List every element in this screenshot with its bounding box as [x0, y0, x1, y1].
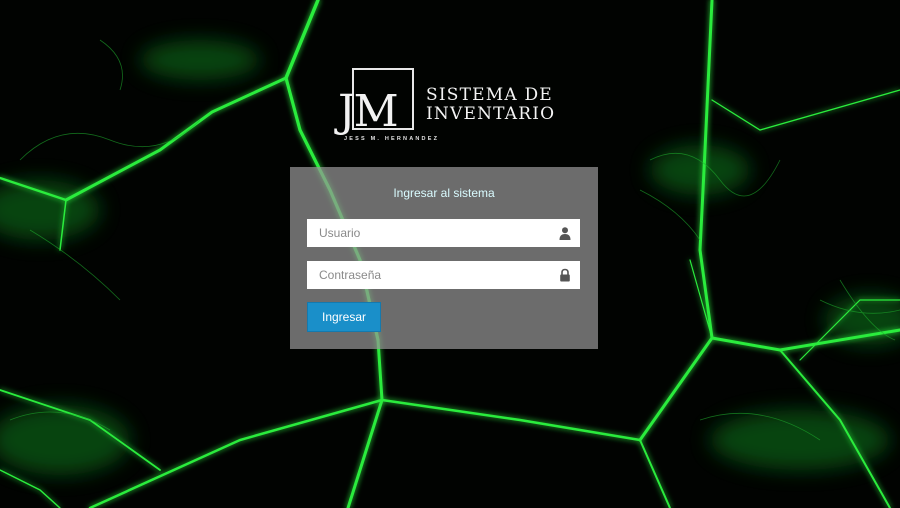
logo-subtitle: JESS M. HERNANDEZ — [344, 136, 440, 142]
lock-icon — [560, 268, 570, 282]
user-icon — [559, 227, 571, 240]
login-screen: JM SISTEMA DE INVENTARIO JESS M. HERNAND… — [0, 0, 900, 508]
username-input[interactable] — [307, 219, 580, 247]
username-field[interactable] — [307, 219, 580, 247]
password-field[interactable] — [307, 261, 580, 289]
login-panel-title: Ingresar al sistema — [393, 186, 495, 200]
app-logo: JM SISTEMA DE INVENTARIO JESS M. HERNAND… — [338, 66, 558, 152]
password-input[interactable] — [307, 261, 580, 289]
login-submit-button[interactable]: Ingresar — [307, 302, 381, 332]
logo-monogram: JM — [338, 86, 399, 137]
logo-title: SISTEMA DE INVENTARIO — [426, 85, 556, 124]
login-panel: Ingresar al sistema Ingresar — [290, 167, 598, 349]
